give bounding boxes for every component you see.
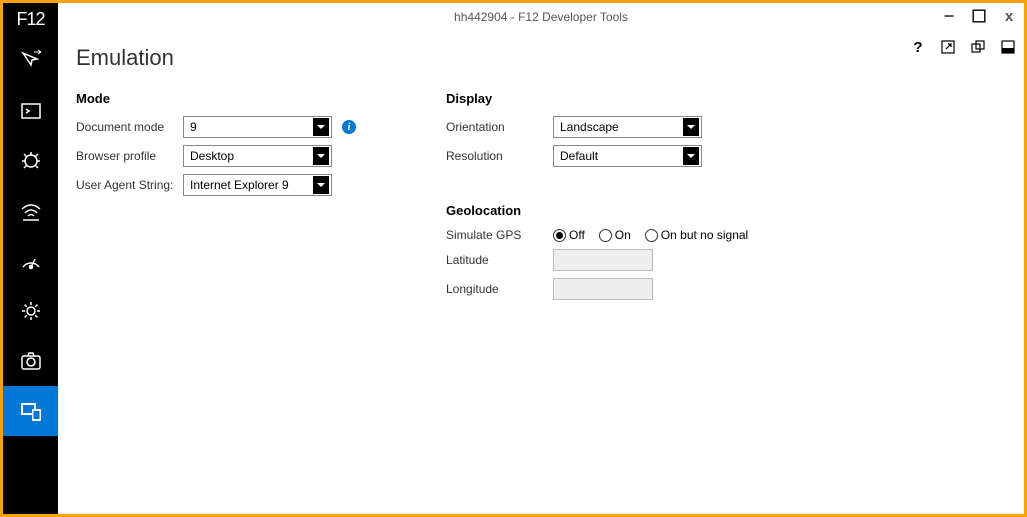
- user-agent-row: User Agent String: Internet Explorer 9: [76, 174, 416, 196]
- dock-button[interactable]: [998, 37, 1018, 57]
- close-button[interactable]: x: [1000, 7, 1018, 25]
- maximize-icon: [972, 9, 986, 23]
- user-agent-select[interactable]: Internet Explorer 9: [183, 174, 332, 196]
- help-button[interactable]: ?: [908, 37, 928, 57]
- chevron-down-icon: [313, 118, 329, 136]
- content-area: Mode Document mode 9 i Browser profile D…: [58, 77, 1024, 311]
- radio-on[interactable]: On: [599, 228, 631, 242]
- pin-button[interactable]: [968, 37, 988, 57]
- gauge-icon: [19, 249, 43, 273]
- latitude-label: Latitude: [446, 253, 553, 267]
- mode-section-title: Mode: [76, 91, 416, 106]
- chevron-down-icon: [683, 147, 699, 165]
- longitude-label: Longitude: [446, 282, 553, 296]
- longitude-row: Longitude: [446, 278, 806, 300]
- chevron-down-icon: [313, 176, 329, 194]
- browser-profile-select[interactable]: Desktop: [183, 145, 332, 167]
- display-section-title: Display: [446, 91, 806, 106]
- dock-icon: [1001, 40, 1015, 54]
- radio-off[interactable]: Off: [553, 228, 585, 242]
- chevron-down-icon: [683, 118, 699, 136]
- sidebar-item-profiler[interactable]: [3, 336, 58, 386]
- mode-column: Mode Document mode 9 i Browser profile D…: [76, 81, 416, 307]
- orientation-row: Orientation Landscape: [446, 116, 806, 138]
- popout-icon: [941, 40, 955, 54]
- sidebar-item-debugger[interactable]: [3, 136, 58, 186]
- orientation-select[interactable]: Landscape: [553, 116, 702, 138]
- bug-icon: [19, 149, 43, 173]
- geolocation-section-title: Geolocation: [446, 203, 806, 218]
- sidebar: F12: [3, 3, 58, 514]
- info-icon[interactable]: i: [342, 120, 356, 134]
- windows-icon: [971, 40, 985, 54]
- f12-logo: F12: [3, 3, 58, 36]
- chevron-down-icon: [313, 147, 329, 165]
- toolbar-right: ?: [908, 37, 1018, 57]
- window-controls: − x: [940, 7, 1018, 25]
- page-title: Emulation: [58, 31, 1024, 77]
- console-icon: [19, 99, 43, 123]
- radio-icon: [553, 229, 566, 242]
- simulate-gps-row: Simulate GPS Off On On but no signal: [446, 228, 806, 242]
- gear-icon: [19, 299, 43, 323]
- resolution-label: Resolution: [446, 149, 553, 163]
- wifi-icon: [19, 199, 43, 223]
- resolution-select[interactable]: Default: [553, 145, 702, 167]
- resolution-row: Resolution Default: [446, 145, 806, 167]
- browser-profile-row: Browser profile Desktop: [76, 145, 416, 167]
- popout-button[interactable]: [938, 37, 958, 57]
- document-mode-row: Document mode 9 i: [76, 116, 416, 138]
- simulate-gps-label: Simulate GPS: [446, 228, 553, 242]
- latitude-input[interactable]: [553, 249, 653, 271]
- longitude-input[interactable]: [553, 278, 653, 300]
- pointer-icon: [19, 49, 43, 73]
- document-mode-label: Document mode: [76, 120, 183, 134]
- resolution-value: Default: [560, 149, 598, 163]
- document-mode-value: 9: [190, 120, 197, 134]
- window-title: hh442904 - F12 Developer Tools: [454, 10, 628, 24]
- display-column: Display Orientation Landscape Resolution…: [446, 81, 806, 307]
- devices-icon: [19, 399, 43, 423]
- simulate-gps-radios: Off On On but no signal: [553, 228, 748, 242]
- sidebar-item-performance[interactable]: [3, 236, 58, 286]
- sidebar-item-console[interactable]: [3, 86, 58, 136]
- sidebar-item-emulation[interactable]: [3, 386, 58, 436]
- radio-on-no-signal[interactable]: On but no signal: [645, 228, 748, 242]
- radio-icon: [645, 229, 658, 242]
- minimize-button[interactable]: −: [940, 7, 958, 25]
- orientation-value: Landscape: [560, 120, 619, 134]
- radio-icon: [599, 229, 612, 242]
- user-agent-label: User Agent String:: [76, 178, 183, 192]
- document-mode-select[interactable]: 9: [183, 116, 332, 138]
- maximize-button[interactable]: [970, 7, 988, 25]
- app-window: F12 hh442904 - F12 Developer Tools: [3, 3, 1024, 514]
- browser-profile-label: Browser profile: [76, 149, 183, 163]
- orientation-label: Orientation: [446, 120, 553, 134]
- titlebar: hh442904 - F12 Developer Tools − x: [58, 3, 1024, 31]
- sidebar-item-network[interactable]: [3, 186, 58, 236]
- main-content: hh442904 - F12 Developer Tools − x ? Emu…: [58, 3, 1024, 514]
- sidebar-item-dom-explorer[interactable]: [3, 36, 58, 86]
- sidebar-item-memory[interactable]: [3, 286, 58, 336]
- camera-icon: [19, 349, 43, 373]
- latitude-row: Latitude: [446, 249, 806, 271]
- browser-profile-value: Desktop: [190, 149, 234, 163]
- user-agent-value: Internet Explorer 9: [190, 178, 289, 192]
